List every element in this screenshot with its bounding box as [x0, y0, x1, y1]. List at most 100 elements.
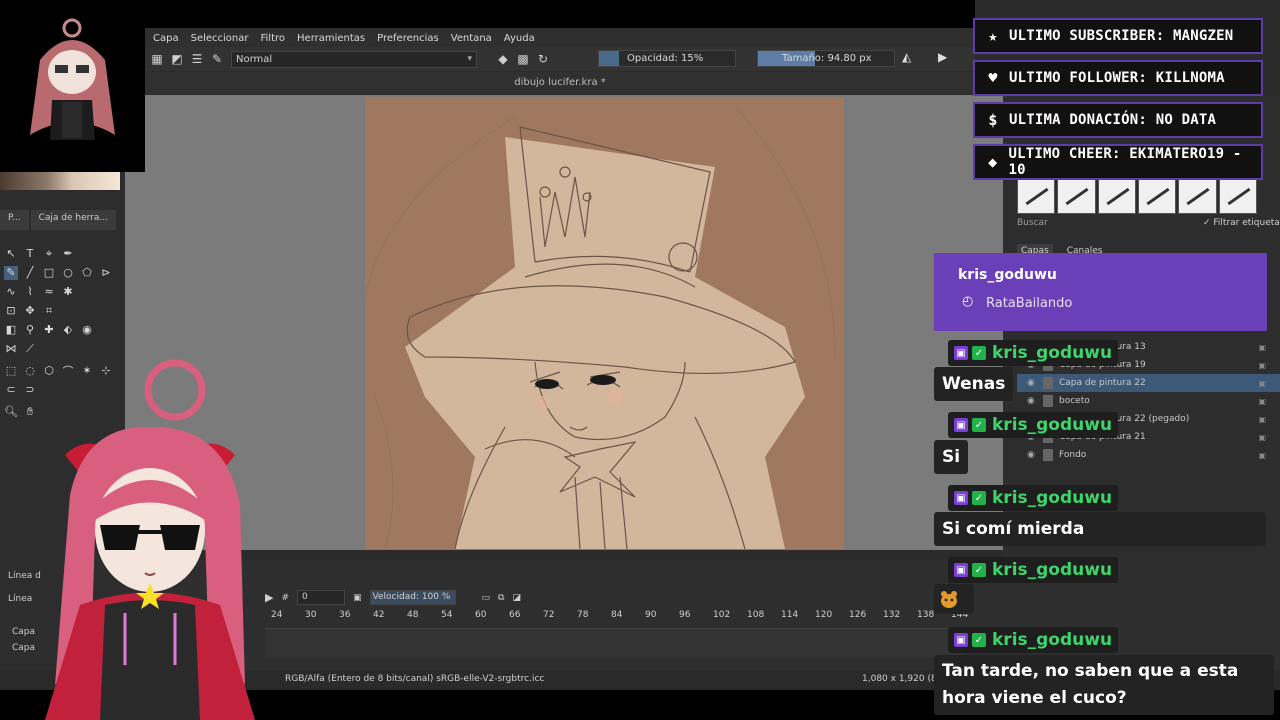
ruler-tick-label: 30	[305, 610, 317, 620]
size-slider[interactable]: Tamaño: 94.80 px	[757, 50, 895, 67]
menu-item-ayuda[interactable]: Ayuda	[504, 33, 535, 44]
menu-item-seleccionar[interactable]: Seleccionar	[191, 33, 249, 44]
text-tool-icon[interactable]: T	[23, 247, 37, 261]
polygon-tool-icon[interactable]: ⬠	[80, 266, 94, 280]
freehand-brush-icon[interactable]: ✎	[4, 265, 18, 280]
edit-shapes-icon[interactable]: ⌖	[42, 247, 56, 261]
polyline-tool-icon[interactable]: ⊳	[99, 266, 113, 280]
zoom-tool-icon[interactable]: 🔍︎	[4, 405, 18, 419]
tab-toolbox[interactable]: Caja de herra...	[30, 210, 116, 230]
gradient-tool-icon[interactable]: ◧	[4, 323, 18, 337]
assistant-tool-icon[interactable]: ⋈	[4, 342, 18, 356]
fill-tool-icon[interactable]: ◉	[80, 323, 94, 337]
layer-row[interactable]: ◉ Fondo ▣	[1017, 446, 1280, 464]
ruler-tick-label: 138	[917, 610, 935, 620]
bezier-tool-icon[interactable]: ∿	[4, 285, 18, 299]
chat-message-text: Si	[934, 440, 969, 474]
pattern-icon[interactable]: ▦	[149, 51, 165, 67]
brush-settings-icon[interactable]: ☰	[189, 51, 205, 67]
layer-thumbnail	[1043, 377, 1053, 389]
menu-item-herramientas[interactable]: Herramientas	[297, 33, 365, 44]
ruler-icon[interactable]: ◪	[512, 593, 521, 603]
menu-item-filtro[interactable]: Filtro	[261, 33, 286, 44]
chat-message-header: ▣ ✓ kris_goduwu	[948, 485, 1119, 511]
eye-icon[interactable]: ◉	[1027, 378, 1037, 388]
color-palette-strip[interactable]	[0, 172, 120, 190]
rect-select-icon[interactable]: ⬚	[4, 364, 18, 378]
onion-skin-icon[interactable]: ▣	[353, 593, 362, 603]
lock-icon[interactable]: ▣	[1258, 361, 1266, 370]
crop-tool-icon[interactable]: ⌗	[42, 304, 56, 318]
top-black-bar	[145, 0, 975, 28]
opacity-slider[interactable]: Opacidad: 15%	[598, 50, 736, 67]
colorize-mask-icon[interactable]: ✚	[42, 323, 56, 337]
line-tool-icon[interactable]: ╱	[23, 266, 37, 280]
menu-item-ventana[interactable]: Ventana	[451, 33, 492, 44]
twitch-badge-icon: ▣	[954, 563, 968, 577]
ellipse-tool-icon[interactable]: ○	[61, 266, 75, 280]
artboard[interactable]	[365, 97, 844, 549]
chat-username: kris_goduwu	[992, 630, 1113, 650]
menu-item-capa[interactable]: Capa	[153, 33, 179, 44]
chat-message-text: Tan tarde, no saben que a esta hora vien…	[934, 655, 1274, 715]
mirror-horizontal-icon[interactable]: ◭	[902, 50, 911, 64]
transform-tool-icon[interactable]: ⊡	[4, 304, 18, 318]
freehand-path-icon[interactable]: ⌇	[23, 285, 37, 299]
reload-icon[interactable]: ↻	[535, 51, 551, 67]
sketch-drawing	[365, 106, 836, 549]
calligraphy-icon[interactable]: ✒	[61, 247, 75, 261]
verified-badge-icon: ✓	[972, 491, 986, 505]
bezier-select-icon[interactable]: ⊂	[4, 383, 18, 397]
brush-preset-icon[interactable]: ✎	[209, 51, 225, 67]
layer-thumbnail	[1043, 395, 1053, 407]
chat-username: kris_goduwu	[992, 488, 1113, 508]
mirror-vertical-icon[interactable]: ▶	[938, 50, 947, 64]
rat-emote-icon	[941, 591, 957, 608]
eye-icon[interactable]: ◉	[1027, 396, 1037, 406]
chat-message-text: Wenas	[934, 367, 1014, 401]
stream-frame: Capa Seleccionar Filtro Herramientas Pre…	[0, 0, 1280, 720]
lock-icon[interactable]: ▣	[1258, 451, 1266, 460]
opacity-slider-fill	[599, 51, 620, 66]
dynamic-brush-icon[interactable]: ≈	[42, 285, 56, 299]
tab-presets[interactable]: P...	[0, 210, 29, 230]
stream-alerts: ★ ULTIMO SUBSCRIBER: MANGZEN ♥ ULTIMO FO…	[973, 18, 1263, 186]
opacity-label: Opacidad: 15%	[627, 53, 704, 64]
timeline-tracks[interactable]	[265, 628, 965, 658]
color-profile-label: RGB/Alfa (Entero de 8 bits/canal) sRGB-e…	[285, 674, 545, 684]
multibrush-icon[interactable]: ✱	[61, 285, 75, 299]
color-swap-icon[interactable]: ◩	[169, 51, 185, 67]
alert-last-cheer: ◆ ULTIMO CHEER: EKIMATERO19 - 10	[973, 144, 1263, 180]
alpha-lock-icon[interactable]: ▩	[515, 51, 531, 67]
frame-icon[interactable]: ▭	[482, 593, 491, 603]
smart-patch-icon[interactable]: ⬖	[61, 323, 75, 337]
color-picker-icon[interactable]: ⚲	[23, 323, 37, 337]
rectangle-tool-icon[interactable]: □	[42, 266, 56, 280]
frame-number-label: #	[281, 592, 290, 603]
small-avatar-image	[30, 18, 115, 140]
timeline-ruler[interactable]: 24 30 36 42 48 54 60 66 72 78 84 90 96 102 108 114 120 12…	[265, 610, 968, 624]
lock-icon[interactable]: ▣	[1258, 397, 1266, 406]
lock-icon[interactable]: ▣	[1258, 433, 1266, 442]
document-tab[interactable]: dibujo lucifer.kra *	[145, 72, 975, 94]
blend-mode-select[interactable]: Normal ▾	[231, 50, 477, 68]
lock-icon[interactable]: ▣	[1258, 379, 1266, 388]
lock-icon[interactable]: ▣	[1258, 415, 1266, 424]
measure-tool-icon[interactable]: ⟋	[23, 342, 37, 356]
menu-item-preferencias[interactable]: Preferencias	[377, 33, 439, 44]
move-tool-icon[interactable]: ✥	[23, 304, 37, 318]
lock-icon[interactable]: ▣	[1258, 343, 1266, 352]
eraser-icon[interactable]: ◆	[495, 51, 511, 67]
layer-row-selected[interactable]: ◉ Capa de pintura 22 ▣	[1017, 374, 1280, 392]
dollar-icon: $	[988, 111, 998, 129]
speed-slider[interactable]: Velocidad: 100 %	[369, 590, 456, 605]
select-shapes-icon[interactable]: ↖	[4, 247, 18, 261]
layer-name: Capa de pintura 22	[1059, 378, 1146, 388]
frame-number-input[interactable]: 0	[297, 590, 346, 605]
layer-name: boceto	[1059, 396, 1090, 406]
layer-row[interactable]: ◉ boceto ▣	[1017, 392, 1280, 410]
filter-tag-checkbox[interactable]: ✓ Filtrar etiqueta	[1203, 218, 1280, 228]
eye-icon[interactable]: ◉	[1027, 450, 1037, 460]
frames-icon[interactable]: ⧉	[498, 593, 504, 603]
brush-search-input[interactable]: Buscar	[1017, 218, 1197, 232]
